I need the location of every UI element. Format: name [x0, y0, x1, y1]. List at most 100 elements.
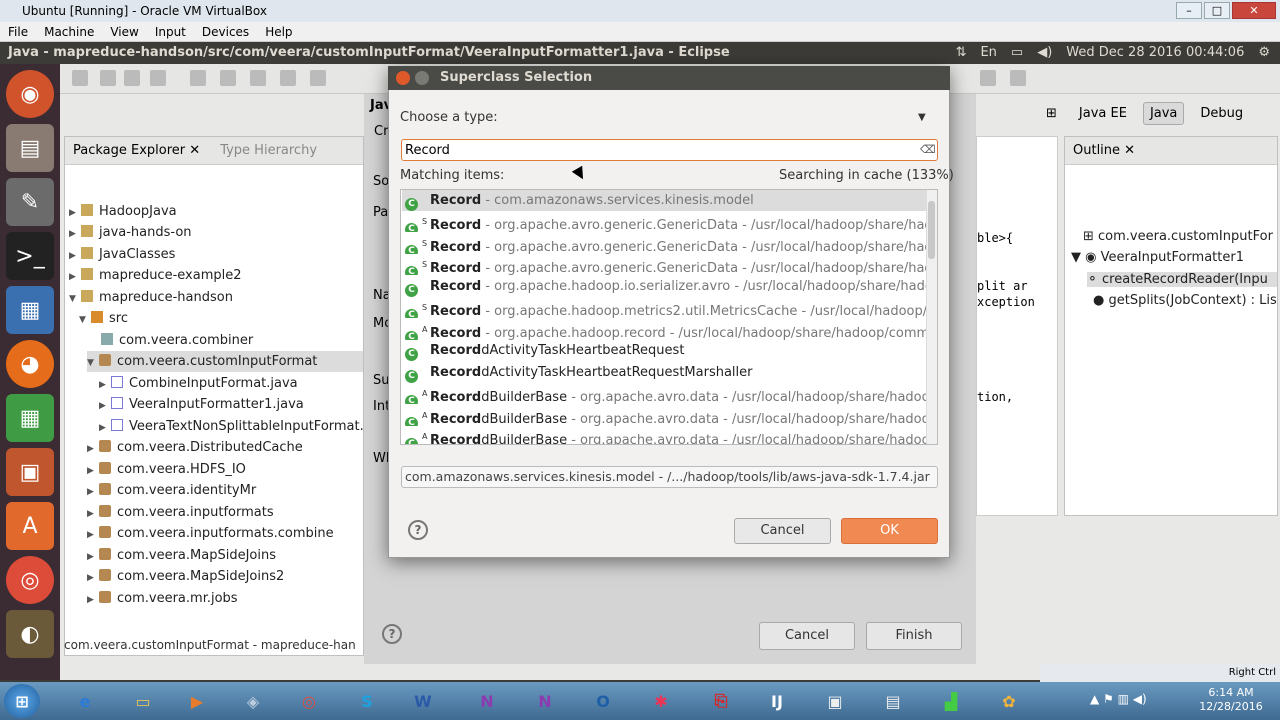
chrome-taskbar-icon[interactable]: ◎: [284, 684, 334, 718]
tree-item[interactable]: ▶ CombineInputFormat.java: [99, 373, 298, 394]
menu-devices[interactable]: Devices: [202, 22, 249, 41]
writer-icon[interactable]: ▦: [6, 286, 54, 334]
outline-item[interactable]: ● getSplits(JobContext) : Lis: [1093, 293, 1277, 308]
files-icon[interactable]: ▤: [6, 124, 54, 172]
media-player-icon[interactable]: ▶: [172, 684, 222, 718]
onenote-clip-icon[interactable]: N: [520, 684, 570, 718]
outline-item-selected[interactable]: ⚬ createRecordReader(Inpu: [1087, 272, 1277, 287]
outline-item[interactable]: ▼ ◉ VeeraInputFormatter1: [1071, 250, 1244, 265]
perspective-debug[interactable]: Debug: [1194, 103, 1249, 124]
chrome-icon[interactable]: ◎: [6, 556, 54, 604]
battery-icon[interactable]: ▭: [1011, 42, 1023, 64]
tree-item-selected[interactable]: ▼ com.veera.customInputFormat: [87, 351, 363, 372]
word-icon[interactable]: W: [398, 684, 448, 718]
save-icon[interactable]: [100, 70, 116, 86]
wizard-cancel-button[interactable]: Cancel: [759, 622, 855, 650]
tab-type-hierarchy[interactable]: Type Hierarchy: [220, 143, 317, 158]
volume-icon[interactable]: ◀): [1037, 42, 1052, 64]
clock[interactable]: Wed Dec 28 2016 00:44:06: [1066, 42, 1244, 64]
type-search-input[interactable]: [401, 139, 938, 161]
open-perspective-icon[interactable]: ⊞: [1040, 103, 1063, 124]
tree-item[interactable]: com.veera.combiner: [101, 330, 253, 351]
tree-item[interactable]: ▼ src: [79, 308, 128, 329]
list-item[interactable]: CA RecorddBuilderBase - org.apache.avro.d…: [402, 426, 926, 444]
tree-item[interactable]: ▶ com.veera.mr.jobs: [87, 588, 238, 609]
tray-icons[interactable]: ▲ ⚑ ▥ ◀): [1090, 692, 1147, 706]
dialog-help-icon[interactable]: ?: [408, 520, 428, 540]
scrollbar-thumb[interactable]: [928, 201, 935, 259]
chart-icon[interactable]: ▟: [926, 684, 976, 718]
impress-icon[interactable]: ▣: [6, 448, 54, 496]
clear-icon[interactable]: ⌫: [920, 143, 936, 156]
virtualbox-icon[interactable]: ◈: [228, 684, 278, 718]
list-item[interactable]: C Record - com.amazonaws.services.kinesis…: [402, 190, 926, 211]
tree-item[interactable]: ▶ com.veera.inputformats: [87, 502, 274, 523]
outline-item[interactable]: ⊞ com.veera.customInputFor: [1083, 229, 1273, 244]
console-icon[interactable]: [250, 70, 266, 86]
tree-item[interactable]: ▶ VeeraTextNonSplittableInputFormat.: [99, 416, 364, 437]
terminal-icon[interactable]: >_: [6, 232, 54, 280]
run-icon[interactable]: [280, 70, 296, 86]
software-center-icon[interactable]: A: [6, 502, 54, 550]
list-item[interactable]: CS Record - org.apache.hadoop.metrics2.ut…: [402, 297, 926, 318]
matching-items-list[interactable]: C Record - com.amazonaws.services.kinesis…: [400, 189, 938, 445]
gear-icon[interactable]: ⚙: [1258, 42, 1270, 64]
tree-item[interactable]: ▶ VeeraInputFormatter1.java: [99, 394, 304, 415]
text-editor-icon[interactable]: ✎: [6, 178, 54, 226]
minimize-button[interactable]: –: [1176, 2, 1202, 19]
taskbar-clock[interactable]: 6:14 AM 12/28/2016: [1196, 686, 1266, 714]
notepad-icon[interactable]: ▤: [868, 684, 918, 718]
debug-icon[interactable]: [190, 70, 206, 86]
menu-file[interactable]: File: [8, 22, 28, 41]
outlook-icon[interactable]: O: [578, 684, 628, 718]
start-button[interactable]: ⊞: [4, 684, 40, 718]
view-menu-icon[interactable]: ▼: [918, 112, 926, 123]
onenote-icon[interactable]: N: [462, 684, 512, 718]
list-item[interactable]: CS Record - org.apache.avro.generic.Gener…: [402, 254, 926, 275]
cancel-button[interactable]: Cancel: [734, 518, 831, 544]
tree-item[interactable]: ▶ com.veera.identityMr: [87, 480, 256, 501]
tree-item[interactable]: ▶ com.veera.DistributedCache: [87, 437, 303, 458]
ubuntu-dash-icon[interactable]: ◉: [6, 70, 54, 118]
tree-item[interactable]: ▶ com.veera.MapSideJoins2: [87, 566, 284, 587]
new-icon[interactable]: [72, 70, 88, 86]
grid-icon[interactable]: [220, 70, 236, 86]
list-item[interactable]: C RecorddActivityTaskHeartbeatRequest: [402, 340, 926, 361]
menu-machine[interactable]: Machine: [44, 22, 94, 41]
intellij-icon[interactable]: IJ: [752, 684, 802, 718]
tree-item[interactable]: ▶ com.veera.HDFS_IO: [87, 459, 246, 480]
tree-item[interactable]: ▶ com.veera.MapSideJoins: [87, 545, 276, 566]
tree-item[interactable]: ▶ mapreduce-example2: [69, 265, 242, 286]
list-item[interactable]: CS Record - org.apache.avro.generic.Gener…: [402, 233, 926, 254]
display-icon[interactable]: ▣: [810, 684, 860, 718]
tab-package-explorer[interactable]: Package Explorer ✕: [73, 143, 200, 158]
list-item[interactable]: CA RecorddBuilderBase - org.apache.avro.d…: [402, 405, 926, 426]
network-icon[interactable]: ⇅: [956, 42, 967, 64]
list-item[interactable]: C Record - org.apache.hadoop.io.serialize…: [402, 276, 926, 297]
save-all-icon[interactable]: [124, 70, 140, 86]
list-item[interactable]: CS Record - org.apache.avro.generic.Gener…: [402, 211, 926, 232]
tree-item[interactable]: ▶ com.veera.inputformats.combine: [87, 523, 334, 544]
paint-icon[interactable]: ✱: [636, 684, 686, 718]
maximize-button[interactable]: □: [1204, 2, 1230, 19]
perspective-java[interactable]: Java: [1142, 101, 1185, 125]
dialog-minimize-icon[interactable]: [415, 71, 429, 85]
skype-icon[interactable]: S: [342, 684, 392, 718]
close-button[interactable]: ✕: [1232, 2, 1276, 19]
wizard-finish-button[interactable]: Finish: [866, 622, 962, 650]
eclipse-icon[interactable]: ◐: [6, 610, 54, 658]
tree-item[interactable]: ▶ HadoopJava: [69, 201, 177, 222]
new-class-icon[interactable]: [310, 70, 326, 86]
calc-icon[interactable]: ▦: [6, 394, 54, 442]
ok-button[interactable]: OK: [841, 518, 938, 544]
forward-icon[interactable]: [1010, 70, 1026, 86]
tree-item[interactable]: ▶ JavaClasses: [69, 244, 175, 265]
wizard-help-icon[interactable]: ?: [382, 624, 402, 644]
ie-icon[interactable]: e: [60, 684, 110, 718]
explorer-icon[interactable]: ▭: [118, 684, 168, 718]
list-item[interactable]: CA Record - org.apache.hadoop.record - /u…: [402, 319, 926, 340]
flower-icon[interactable]: ✿: [984, 684, 1034, 718]
list-item[interactable]: CA RecorddBuilderBase - org.apache.avro.d…: [402, 383, 926, 404]
tree-item[interactable]: ▼ mapreduce-handson: [69, 287, 233, 308]
code-editor[interactable]: ble>{ plit ar xception tion,: [976, 136, 1058, 516]
